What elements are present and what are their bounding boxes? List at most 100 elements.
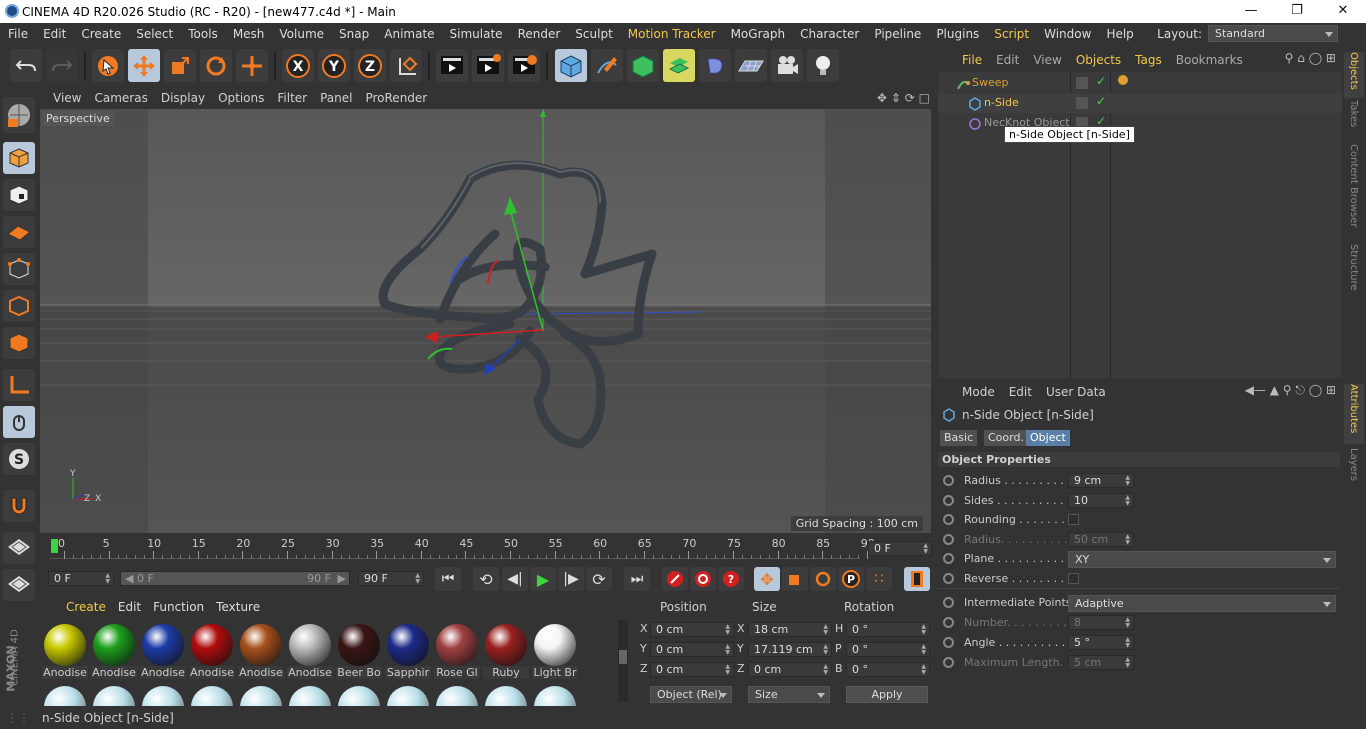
material-scrollbar[interactable] — [618, 620, 628, 702]
restore-button[interactable]: ❐ — [1274, 0, 1320, 23]
render-picture-viewer-icon[interactable] — [472, 49, 504, 82]
visibility-toggle[interactable] — [1076, 77, 1088, 89]
coord-rotation-field[interactable]: 0 ° ▲ ▼ — [846, 642, 930, 657]
tab-basic[interactable]: Basic — [940, 430, 978, 446]
coord-size-field[interactable]: 18 cm ▲ ▼ — [748, 622, 832, 637]
material-swatch[interactable]: Anodise — [91, 624, 137, 679]
pen-icon[interactable] — [591, 49, 623, 82]
keyframe-selection-icon[interactable]: ? — [718, 567, 744, 591]
right-tab-structure[interactable]: Structure — [1344, 244, 1364, 296]
key-pla-icon[interactable]: ∷ — [866, 567, 892, 591]
material-swatch[interactable]: Anodise — [287, 624, 333, 679]
animate-radio[interactable] — [943, 533, 954, 545]
coord-position-field[interactable]: 0 cm ▲ ▼ — [650, 622, 734, 637]
object-menu-bookmarks[interactable]: Bookmarks — [1176, 53, 1243, 67]
timeline-window-icon[interactable] — [904, 567, 930, 591]
property-checkbox[interactable] — [1068, 514, 1079, 525]
material-swatch[interactable]: Ruby — [483, 624, 529, 679]
viewport-3d[interactable]: Perspective Y Z X Grid Spacing : 100 cm — [40, 109, 931, 533]
right-tab-objects[interactable]: Objects — [1344, 52, 1364, 98]
animate-radio[interactable] — [943, 572, 954, 584]
menu-volume[interactable]: Volume — [271, 27, 331, 41]
property-field[interactable]: 5 ° ▲ ▼ — [1068, 635, 1134, 650]
attribute-nav-icons[interactable]: ◀— ▲ ⚲ ⎋ ◯ ⊞ — [1245, 383, 1336, 398]
menu-pipeline[interactable]: Pipeline — [866, 27, 928, 41]
material-swatch[interactable] — [189, 686, 235, 706]
tag-icon[interactable] — [1118, 75, 1128, 85]
material-swatch[interactable] — [385, 686, 431, 706]
x-axis-lock[interactable]: X — [282, 49, 314, 82]
minimize-button[interactable]: — — [1228, 0, 1274, 23]
material-swatch[interactable]: Light Br — [532, 624, 578, 679]
subdivision-surface-icon[interactable] — [627, 49, 659, 82]
animate-radio[interactable] — [943, 475, 954, 486]
key-parameter-icon[interactable]: P — [838, 567, 864, 591]
live-selection-tool[interactable] — [92, 49, 124, 82]
menu-mesh[interactable]: Mesh — [225, 27, 272, 41]
viewport-menu-view[interactable]: View — [53, 91, 81, 105]
tab-object[interactable]: Object — [1026, 430, 1070, 446]
material-swatch[interactable] — [42, 686, 88, 706]
tweak-mode-icon[interactable] — [3, 406, 35, 438]
visibility-toggle[interactable] — [1076, 97, 1088, 109]
record-active-icon[interactable] — [662, 567, 688, 591]
animate-radio[interactable] — [943, 637, 954, 648]
coord-size-dropdown[interactable]: Size — [748, 686, 830, 703]
autokey-icon[interactable] — [690, 567, 716, 591]
undo-button[interactable] — [10, 49, 42, 82]
extrude-icon[interactable] — [663, 49, 695, 82]
material-menu-function[interactable]: Function — [153, 600, 204, 614]
y-axis-lock[interactable]: Y — [318, 49, 350, 82]
attribute-menu-mode[interactable]: Mode — [962, 385, 995, 399]
key-rotation-icon[interactable] — [810, 567, 836, 591]
material-swatch[interactable]: Sapphir — [385, 624, 431, 679]
material-menu-texture[interactable]: Texture — [216, 600, 260, 614]
property-field[interactable]: 50 cm ▲ ▼ — [1068, 531, 1134, 547]
tab-coord[interactable]: Coord. — [984, 430, 1028, 446]
menu-create[interactable]: Create — [73, 27, 128, 41]
object-row[interactable]: Sweep ✓ — [938, 74, 1342, 93]
material-swatch[interactable] — [532, 686, 578, 706]
property-field[interactable]: 8 ▲ ▼ — [1068, 615, 1134, 630]
rotate-tool[interactable] — [200, 49, 232, 82]
cube-icon[interactable] — [555, 49, 587, 82]
render-view-icon[interactable] — [436, 49, 468, 82]
property-field[interactable]: 5 cm ▲ ▼ — [1068, 655, 1134, 670]
material-menu-edit[interactable]: Edit — [118, 600, 141, 614]
viewport-menu-panel[interactable]: Panel — [320, 91, 352, 105]
property-field[interactable]: 10 ▲ ▼ — [1068, 492, 1134, 508]
attribute-menu-user-data[interactable]: User Data — [1046, 385, 1106, 399]
solo-icon[interactable] — [3, 532, 35, 564]
workplane-icon[interactable] — [3, 216, 35, 248]
end-frame-field[interactable]: 90 F ▲ ▼ — [358, 571, 424, 586]
viewport-menu-options[interactable]: Options — [218, 91, 264, 105]
redo-button[interactable] — [46, 49, 78, 82]
solo-hierarchy-icon[interactable] — [3, 569, 35, 601]
menu-snap[interactable]: Snap — [331, 27, 376, 41]
material-swatch[interactable]: Anodise — [189, 624, 235, 679]
material-swatch[interactable] — [287, 686, 333, 706]
scale-tool[interactable] — [164, 49, 196, 82]
right-tab-content-browser[interactable]: Content Browser — [1344, 144, 1364, 240]
object-search-icons[interactable]: ⚲ ⌂ ◯ ⊞ — [1285, 51, 1336, 65]
viewport-menu-prorender[interactable]: ProRender — [365, 91, 427, 105]
material-swatch[interactable]: Rose Gl — [434, 624, 480, 679]
coord-rotation-field[interactable]: 0 ° ▲ ▼ — [846, 622, 930, 637]
menu-mograph[interactable]: MoGraph — [723, 27, 793, 41]
menu-plugins[interactable]: Plugins — [928, 27, 986, 41]
object-menu-objects[interactable]: Objects — [1076, 53, 1121, 67]
coordinate-system-icon[interactable] — [390, 49, 422, 82]
move-tool[interactable] — [128, 49, 160, 82]
previous-frame-icon[interactable]: ◀| — [502, 567, 528, 591]
close-button[interactable]: ✕ — [1320, 0, 1366, 23]
current-frame-field[interactable]: 0 F ▲ ▼ — [868, 541, 932, 556]
enable-checkmark-icon[interactable]: ✓ — [1096, 94, 1106, 108]
coord-position-field[interactable]: 0 cm ▲ ▼ — [650, 642, 734, 657]
animate-radio[interactable] — [943, 597, 954, 608]
play-icon[interactable]: ▶ — [530, 567, 556, 591]
menu-file[interactable]: File — [0, 27, 35, 41]
coord-size-field[interactable]: 17.119 cm ▲ ▼ — [748, 642, 832, 657]
menu-help[interactable]: Help — [1098, 27, 1140, 41]
material-swatch[interactable] — [91, 686, 137, 706]
coord-position-field[interactable]: 0 cm ▲ ▼ — [650, 662, 734, 677]
